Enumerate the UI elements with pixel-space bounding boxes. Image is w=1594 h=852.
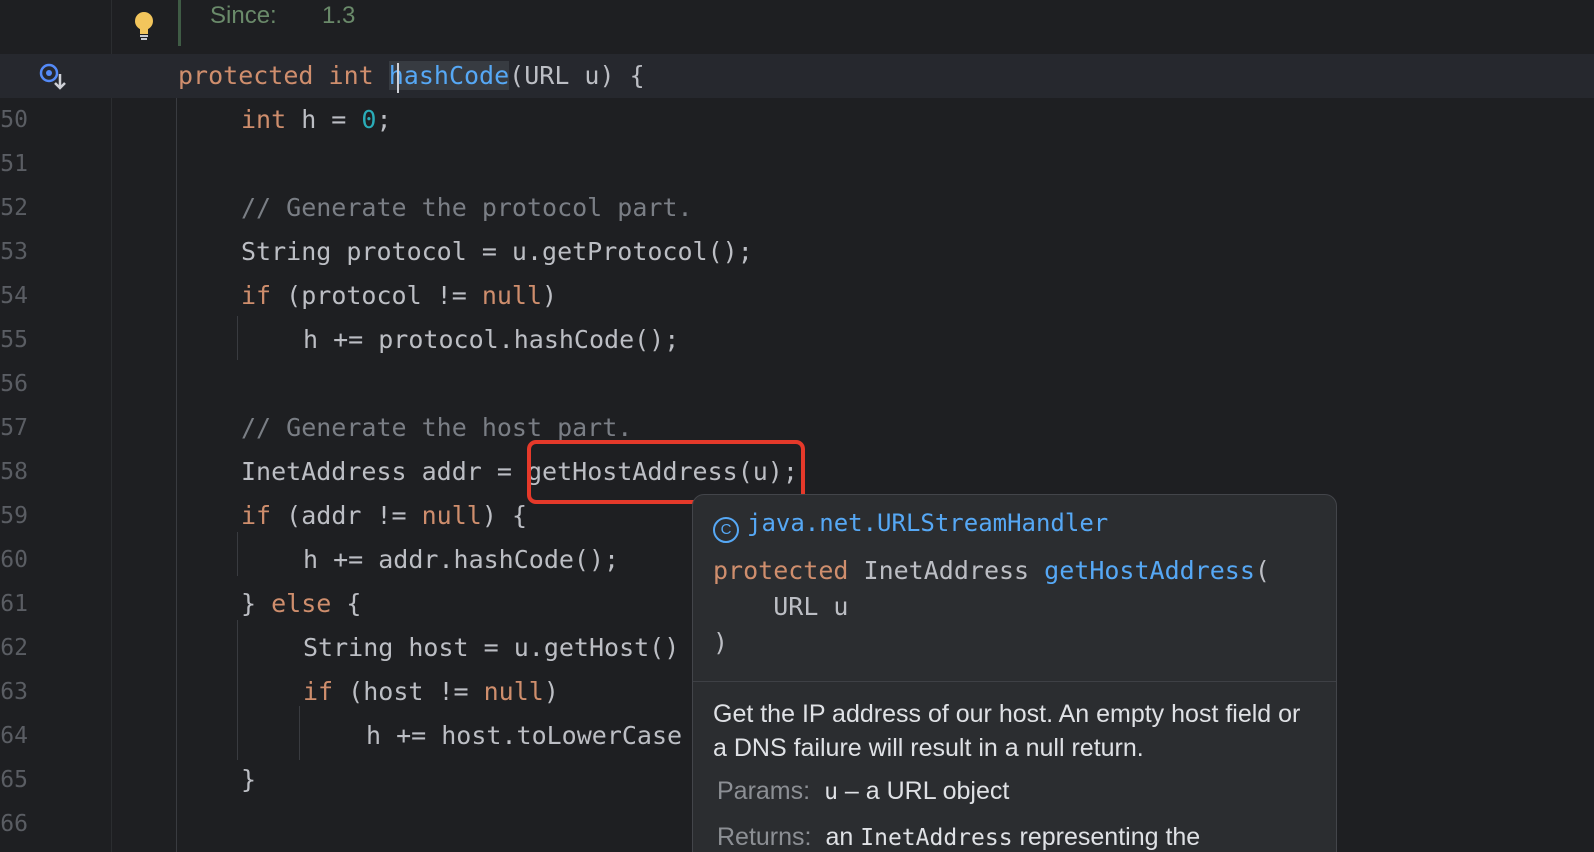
line-number: 67: [0, 846, 28, 852]
popup-class-link[interactable]: Cjava.net.URLStreamHandler: [713, 503, 1108, 543]
code-text[interactable]: h += host.toLowerCase: [366, 714, 682, 758]
code-text[interactable]: } else {: [241, 582, 361, 626]
since-value: 1.3: [322, 2, 356, 29]
doc-comment-bar: [178, 0, 181, 46]
code-text[interactable]: int h = 0;: [241, 98, 392, 142]
code-text[interactable]: String host = u.getHost(): [303, 626, 679, 670]
lightbulb-icon[interactable]: [132, 10, 156, 42]
method-signature: protected InetAddress getHostAddress( UR…: [713, 556, 1270, 657]
overrides-method-icon[interactable]: [38, 62, 68, 92]
code-line[interactable]: 56 h += protocol.hashCode();: [0, 318, 1594, 397]
code-text[interactable]: if (addr != null) {: [241, 494, 527, 538]
quick-documentation-popup[interactable]: Cjava.net.URLStreamHandler protected Ine…: [692, 494, 1337, 852]
code-line[interactable]: 50 protected int hashCode(URL u) {: [0, 54, 1594, 133]
returns-label: Returns:: [717, 823, 812, 851]
method-name: hashCode: [388, 61, 510, 90]
code-text[interactable]: }: [241, 758, 256, 802]
code-text[interactable]: h += protocol.hashCode();: [303, 318, 679, 362]
code-text[interactable]: if (host != null): [303, 670, 559, 714]
class-icon: C: [713, 517, 739, 543]
code-line[interactable]: 55 if (protocol != null): [0, 274, 1594, 353]
code-text[interactable]: if (protocol != null): [241, 274, 557, 318]
code-editor[interactable]: Since: 1.3 50 protected int hashCode(URL…: [0, 0, 1594, 852]
code-text[interactable]: h += addr.hashCode();: [303, 538, 619, 582]
popup-divider: [693, 681, 1336, 682]
code-line[interactable]: 52: [0, 142, 1594, 221]
doc-since-row: Since: 1.3: [0, 0, 1594, 48]
text-caret: [397, 63, 399, 93]
method-description: Get the IP address of our host. An empty…: [713, 700, 1301, 762]
code-comment[interactable]: // Generate the protocol part.: [241, 186, 693, 230]
code-line[interactable]: 51 int h = 0;: [0, 98, 1594, 177]
code-line[interactable]: 54 String protocol = u.getProtocol();: [0, 230, 1594, 309]
params-row: Params: u – a URL object: [717, 777, 1010, 805]
code-text[interactable]: String protocol = u.getProtocol();: [241, 230, 753, 274]
returns-row: Returns: an InetAddress representing the: [717, 823, 1201, 851]
code-text[interactable]: protected int hashCode(URL u) {: [178, 54, 645, 98]
code-line[interactable]: 53 // Generate the protocol part.: [0, 186, 1594, 265]
class-name[interactable]: java.net.URLStreamHandler: [747, 509, 1108, 537]
code-line[interactable]: 57: [0, 362, 1594, 441]
since-label: Since:: [210, 2, 277, 29]
params-label: Params:: [717, 777, 811, 805]
